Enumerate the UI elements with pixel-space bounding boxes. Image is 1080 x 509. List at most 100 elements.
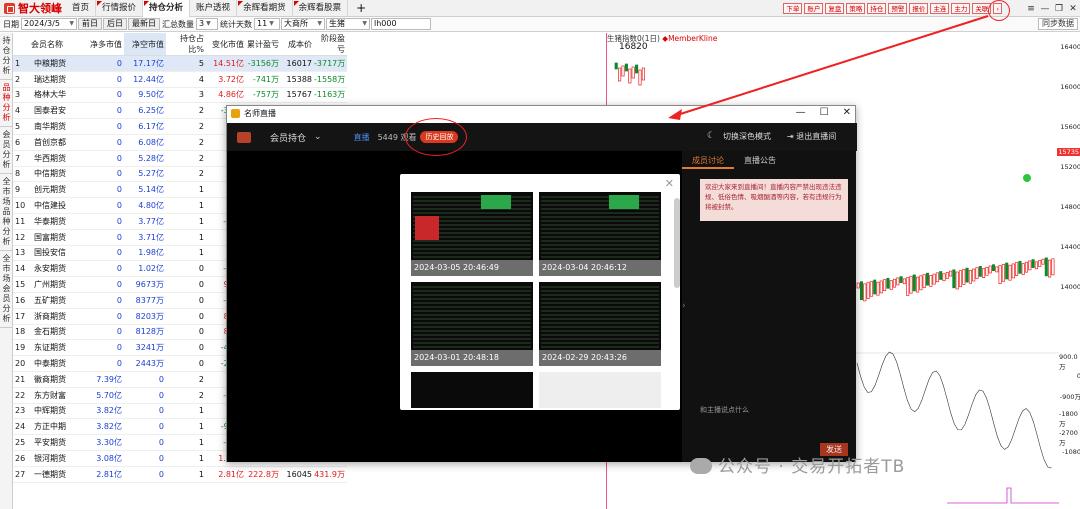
exchange-select[interactable]: 大商所 ▼ [281,18,325,30]
restore-icon[interactable]: ☐ [820,107,829,118]
add-tab-button[interactable]: + [348,0,374,17]
product-select[interactable]: 生猪 ▼ [326,18,370,30]
chevron-down-icon[interactable]: ⌄ [314,132,322,142]
side-tab-3[interactable]: 全市场品种分析 [0,174,13,251]
dark-mode-toggle[interactable]: 切换深色模式 [723,131,771,142]
column-header-3[interactable]: 净空市值 [124,33,166,56]
candle [859,281,864,301]
watermark-text: 公众号 · 交易开拓者TB [718,457,906,477]
member-name: 中粮期货 [29,55,79,72]
toolbar-button-4[interactable]: 持仓 [867,3,887,14]
cell-stage: -1558万 [314,71,347,88]
toolbar-button-6[interactable]: 报价 [909,3,929,14]
summary-select[interactable]: 3 ▼ [196,18,218,30]
history-item[interactable] [539,372,661,408]
date-picker[interactable]: 2024/3/5 ▼ [21,18,77,30]
column-header-1[interactable]: 会员名称 [29,33,79,56]
tab-1[interactable]: 行情报价 [96,0,144,17]
exit-live-button[interactable]: ⇥ 退出直播间 [787,131,836,142]
tab-discuss[interactable]: 成员讨论 [682,151,734,169]
member-name: 中信建投 [29,197,79,214]
restore-icon[interactable]: ❐ [1052,4,1066,14]
chevron-down-icon: ▼ [206,20,211,27]
tab-0[interactable]: 首页 [66,0,97,17]
candle [1015,262,1019,276]
cell-nl: 0 [79,229,124,246]
wechat-icon [690,458,712,474]
table-row[interactable]: 27 一德期货 2.81亿 0 1 2.81亿 222.8万 16045 431.9万 [13,466,347,483]
table-row[interactable]: 1 中粮期货 0 17.17亿 5 14.51亿 -3156万 16017 -3717万 [13,55,347,72]
member-name: 方正中期 [29,418,79,436]
filter-bar: 日期 2024/3/5 ▼ 前日 后日 最新日 汇总数量 3 ▼ 统计天数 11 ▼ … [0,17,1080,32]
column-header-7[interactable]: 成本价 [281,33,314,56]
row-number: 22 [13,387,29,404]
table-header: 会员名称 净多市值 净空市值 持仓占比% 变化市值 累计盈亏 成本价 阶段盈亏 [13,33,347,56]
indicator-line [856,351,1052,469]
candle [1038,260,1042,267]
next-day-button[interactable]: 后日 [103,18,127,30]
chat-input[interactable]: 和主播说点什么 [700,405,749,415]
table-row[interactable]: 3 格林大华 0 9.50亿 3 4.86亿 -757万 15767 -1163万 [13,87,347,104]
history-item[interactable]: 2024-03-05 20:46:49 [411,192,533,276]
chevron-right-icon[interactable]: › [682,301,686,311]
tab-2[interactable]: 持仓分析 [143,0,191,17]
close-icon[interactable]: ✕ [665,177,674,190]
cell-pct: 0 [166,276,206,293]
cell-cost: 15388 [281,71,314,88]
column-header-4[interactable]: 持仓占比% [166,33,206,56]
row-number: 18 [13,324,29,341]
sync-data-button[interactable]: 同步数据 [1038,18,1078,30]
tab-5[interactable]: 余辉看股票 [293,0,349,17]
contract-input[interactable]: lh000 [371,18,431,30]
toolbar-button-7[interactable]: 主连 [930,3,950,14]
side-tab-1[interactable]: 品种分析 [0,80,13,127]
column-header-8[interactable]: 阶段盈亏 [314,33,347,56]
menu-icon[interactable]: ≡ [1024,4,1038,14]
side-tab-2[interactable]: 会员分析 [0,127,13,174]
scrollbar[interactable] [674,198,680,288]
top-bar: 智大领峰 首页 行情报价 持仓分析 账户透视 余辉看期货 余辉看股票 + 下单 账户 复盘 策略… [0,0,1080,17]
close-icon[interactable]: ✕ [1066,4,1080,14]
minimize-icon[interactable]: — [1038,4,1052,14]
toolbar-button-0[interactable]: 下单 [783,3,803,14]
tab-notice[interactable]: 直播公告 [734,151,786,169]
column-header-5[interactable]: 变化市值 [206,33,246,56]
history-item[interactable]: 2024-03-04 20:46:12 [539,192,661,276]
toolbar-button-8[interactable]: 主力 [951,3,971,14]
row-number: 5 [13,118,29,135]
chevron-down-icon: ▼ [362,20,367,27]
member-hold-menu[interactable]: 会员持仓 [270,131,306,144]
close-icon[interactable]: ✕ [843,107,851,118]
history-item[interactable]: 2024-03-01 20:48:18 [411,282,533,366]
column-header-2[interactable]: 净多市值 [79,33,124,56]
toolbar-button-2[interactable]: 复盘 [825,3,845,14]
cell-pct: 0 [166,308,206,325]
minimize-icon[interactable]: — [796,107,806,118]
exchange-value: 大商所 [284,19,308,28]
tab-4[interactable]: 余辉看期货 [237,0,293,17]
cell-pct: 1 [166,403,206,420]
latest-day-button[interactable]: 最新日 [128,18,160,30]
tab-3[interactable]: 账户透视 [190,0,238,17]
side-tab-4[interactable]: 全市场会员分析 [0,251,13,328]
toolbar-button-5[interactable]: 预警 [888,3,908,14]
column-header-6[interactable]: 累计盈亏 [246,33,281,56]
app-logo: 智大领峰 [0,0,66,17]
row-number: 24 [13,418,29,436]
history-item[interactable]: 2024-02-29 20:43:26 [539,282,661,366]
candle [892,278,897,288]
cell-ns: 0 [124,450,166,467]
stat-days-select[interactable]: 11 ▼ [254,18,280,30]
row-number: 27 [13,466,29,483]
table-row[interactable]: 2 瑞达期货 0 12.44亿 4 3.72亿 -741万 15388 -1558万 [13,71,347,88]
modal-title: 名师直播 [244,109,276,118]
column-header-0[interactable] [13,33,29,56]
toolbar-button-3[interactable]: 策略 [846,3,866,14]
member-name: 金石期货 [29,324,79,341]
history-item[interactable] [411,372,533,408]
side-tab-0[interactable]: 持仓分析 [0,33,13,80]
prev-day-button[interactable]: 前日 [78,18,102,30]
toolbar-button-1[interactable]: 账户 [804,3,824,14]
cell-nl: 0 [79,55,124,72]
thumbnail-block [481,195,511,209]
